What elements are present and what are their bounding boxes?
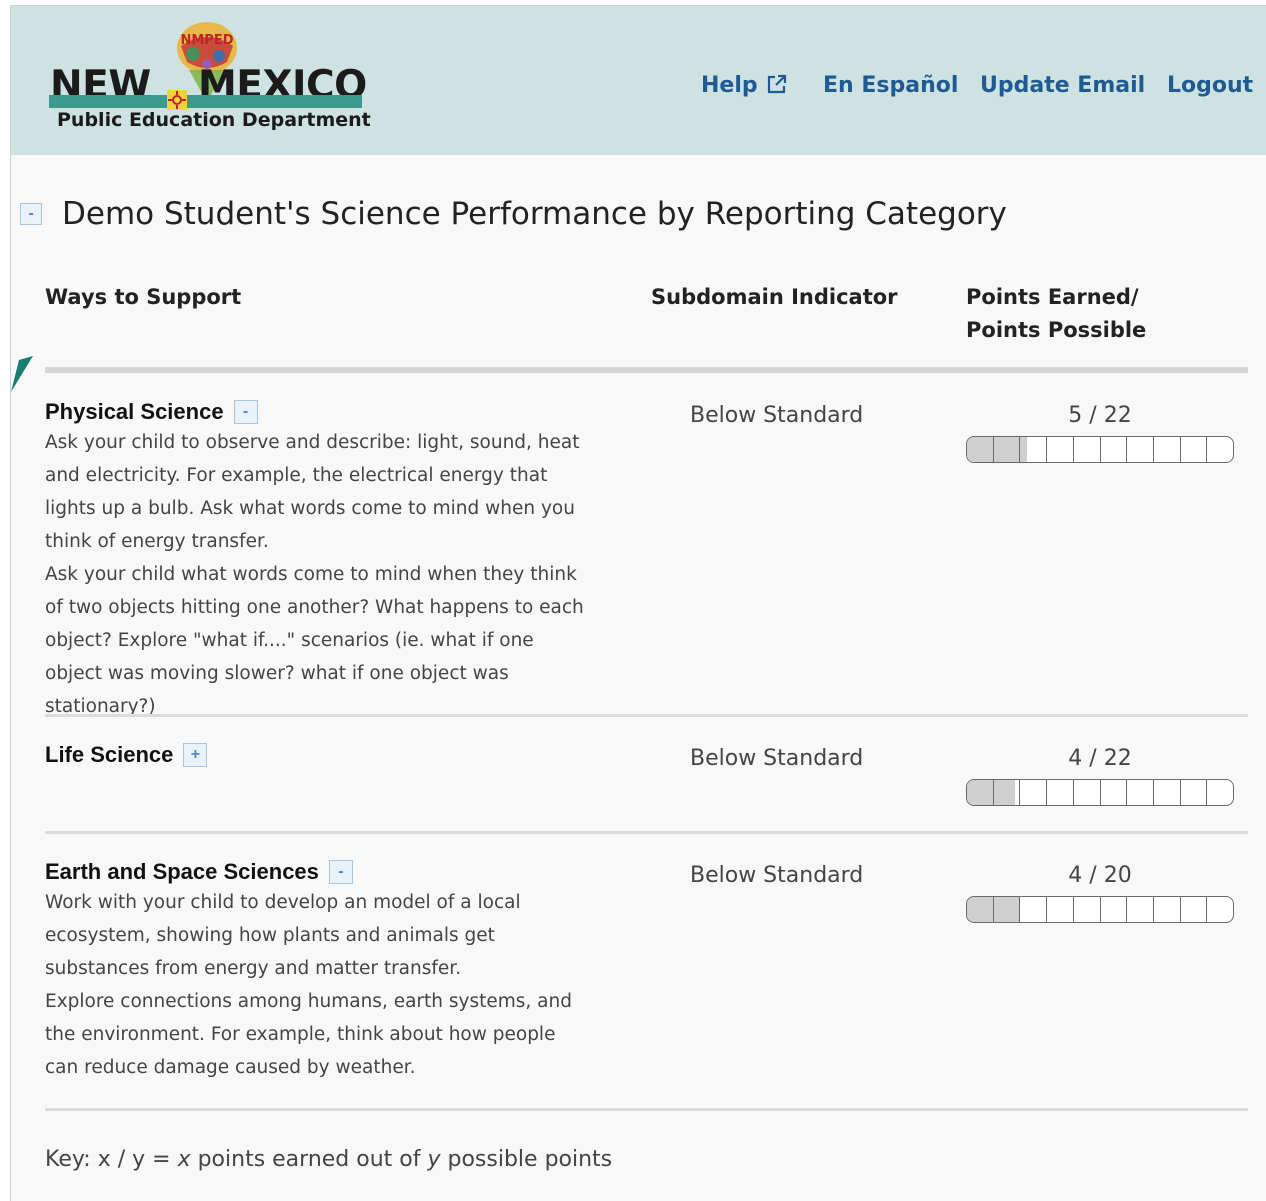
progress-segment [1127, 780, 1154, 805]
progress-segment [1207, 437, 1233, 462]
site-header: NMPED NEW MEXICO Public Education Depart… [11, 6, 1266, 155]
category-title-life-science: Life Science + [45, 742, 208, 768]
help-link[interactable]: Help [701, 73, 788, 98]
col-header-points: Points Earned/ Points Possible [966, 281, 1146, 347]
progress-segment [1101, 897, 1128, 922]
points-progress-bar [966, 436, 1234, 463]
progress-segment [1181, 437, 1208, 462]
progress-segment [1074, 780, 1101, 805]
points-score: 4 / 22 [1068, 746, 1132, 771]
progress-segment [967, 897, 994, 922]
col-header-ways: Ways to Support [45, 285, 242, 309]
progress-segment [1154, 897, 1181, 922]
header-divider [45, 367, 1248, 373]
key-middle: points earned out of [190, 1147, 428, 1172]
progress-segment [1154, 780, 1181, 805]
progress-segment [1020, 897, 1048, 922]
subdomain-indicator: Below Standard [690, 403, 864, 428]
category-name: Physical Science [45, 399, 224, 424]
section-collapse-toggle[interactable]: - [20, 203, 42, 225]
score-key: Key: x / y = x points earned out of y po… [45, 1147, 612, 1172]
svg-text:NMPED: NMPED [180, 33, 233, 48]
key-suffix: possible points [440, 1147, 613, 1172]
category-description: Ask your child to observe and describe: … [45, 426, 590, 723]
report-frame: NMPED NEW MEXICO Public Education Depart… [10, 5, 1266, 1201]
points-progress-bar [966, 896, 1234, 923]
progress-segment [967, 437, 994, 462]
logout-link[interactable]: Logout [1167, 73, 1253, 98]
category-name: Earth and Space Sciences [45, 859, 319, 884]
help-link-label: Help [701, 73, 758, 98]
progress-segment [1127, 897, 1154, 922]
progress-segment [1101, 780, 1128, 805]
progress-segment [1101, 437, 1128, 462]
key-x: x [177, 1147, 191, 1172]
category-collapse-toggle[interactable]: - [328, 860, 353, 884]
progress-segment [1181, 897, 1208, 922]
progress-segment [1020, 437, 1048, 462]
progress-segment [1154, 437, 1181, 462]
top-nav: Help En Español Update Email Logout [11, 73, 1266, 107]
category-divider [45, 831, 1248, 834]
progress-segment [1047, 897, 1074, 922]
progress-segment [994, 437, 1021, 462]
update-email-link[interactable]: Update Email [980, 73, 1145, 98]
external-link-icon [767, 74, 786, 94]
key-divider [45, 1108, 1248, 1111]
col-header-indicator: Subdomain Indicator [651, 285, 898, 309]
progress-segment [1074, 437, 1101, 462]
key-y: y [427, 1147, 441, 1172]
key-prefix: Key: x / y = [45, 1147, 178, 1172]
points-progress-bar [966, 779, 1234, 806]
subdomain-indicator: Below Standard [690, 863, 864, 888]
progress-segment [1020, 780, 1048, 805]
category-description: Work with your child to develop an model… [45, 886, 590, 1084]
description-paragraph: Ask your child to observe and describe: … [45, 432, 580, 552]
category-name: Life Science [45, 742, 174, 767]
progress-segment [994, 897, 1021, 922]
progress-segment [1207, 897, 1233, 922]
points-score: 4 / 20 [1068, 863, 1132, 888]
description-paragraph: Ask your child what words come to mind w… [45, 564, 584, 717]
category-divider [45, 714, 1248, 717]
col-header-points-line1: Points Earned/ [966, 285, 1139, 309]
progress-segment [994, 780, 1021, 805]
pointer-arrow-icon [11, 356, 33, 392]
progress-segment [1127, 437, 1154, 462]
progress-segment [1207, 780, 1233, 805]
progress-segment [1047, 780, 1074, 805]
description-paragraph: Explore connections among humans, earth … [45, 991, 572, 1078]
col-header-points-line2: Points Possible [966, 318, 1147, 342]
progress-segment [1047, 437, 1074, 462]
progress-segment [1074, 897, 1101, 922]
description-paragraph: Work with your child to develop an model… [45, 892, 521, 979]
page-title: Demo Student's Science Performance by Re… [62, 196, 1007, 232]
points-score: 5 / 22 [1068, 403, 1132, 428]
progress-segment [1181, 780, 1208, 805]
progress-segment [967, 780, 994, 805]
category-title-earth-space: Earth and Space Sciences - [45, 859, 353, 885]
subdomain-indicator: Below Standard [690, 746, 864, 771]
category-collapse-toggle[interactable]: - [233, 400, 258, 424]
espanol-link[interactable]: En Español [823, 73, 958, 98]
category-expand-toggle[interactable]: + [183, 743, 208, 767]
logo-subtitle: Public Education Department [57, 109, 371, 131]
category-title-physical-science: Physical Science - [45, 399, 258, 425]
